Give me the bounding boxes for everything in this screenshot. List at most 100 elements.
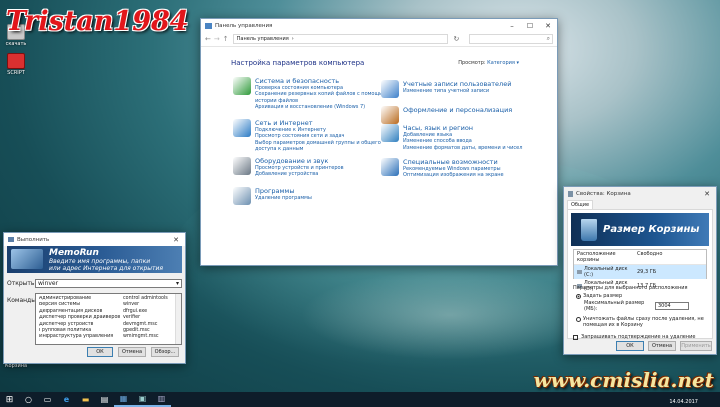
- address-text: Панель управления: [236, 36, 289, 42]
- checkbox-label: Запрашивать подтверждение на удаление: [581, 334, 696, 340]
- props-buttons: ОК Отмена Применить: [616, 341, 712, 351]
- option-custom-size[interactable]: Задать размер: [576, 293, 704, 299]
- category-icon[interactable]: [233, 119, 251, 137]
- tray-date: 14.04.2017: [669, 399, 698, 405]
- recycle-bin-icon: ▥: [157, 394, 166, 403]
- desktop-icon-label: SCRIPT: [7, 70, 25, 76]
- banner-logo: [11, 249, 43, 269]
- task-view-button[interactable]: ▭: [38, 392, 57, 407]
- banner-text: Введите имя программы, папки: [49, 258, 151, 265]
- drives-list[interactable]: Расположение корзины Свободно Локальный …: [573, 249, 707, 292]
- desktop-icon-script[interactable]: SCRIPT: [5, 53, 27, 76]
- category-title-link[interactable]: Сеть и Интернет: [255, 119, 381, 127]
- option-label: помещая их в Корзину: [583, 322, 643, 328]
- address-bar[interactable]: Панель управления ›: [232, 34, 448, 44]
- tray-clock[interactable]: 14.04.2017: [669, 394, 720, 405]
- minimize-button[interactable]: –: [503, 19, 521, 32]
- category-title-link[interactable]: Оформление и персонализация: [403, 106, 512, 114]
- option-delete-immediately[interactable]: Уничтожать файлы сразу после удаления, н…: [576, 316, 704, 328]
- category-left-3: Программы Удаление программы: [233, 187, 312, 205]
- category-icon[interactable]: [381, 106, 399, 124]
- drive-row[interactable]: Локальный диск (C:) 29,3 ГБ: [574, 265, 706, 279]
- category-icon[interactable]: [233, 157, 251, 175]
- command-row[interactable]: Инфраструктура управления wmimgmt.msc: [39, 334, 173, 340]
- close-button[interactable]: ✕: [539, 19, 557, 32]
- category-sub-link[interactable]: Архивация и восстановление (Windows 7): [255, 104, 386, 110]
- control-panel-icon: [205, 22, 212, 29]
- up-icon[interactable]: ↑: [223, 35, 229, 43]
- category-sub-link[interactable]: Выбор параметров домашней группы и общег…: [255, 140, 381, 146]
- category-title-link[interactable]: Часы, язык и регион: [403, 124, 522, 132]
- cancel-button[interactable]: Отмена: [118, 347, 146, 357]
- category-sub-link[interactable]: Удаление программы: [255, 195, 312, 201]
- cancel-button[interactable]: Отмена: [648, 341, 676, 351]
- category-left-1: Сеть и Интернет Подключение к Интернету Пр…: [233, 119, 381, 152]
- category-sub-link[interactable]: Изменение типа учетной записи: [403, 88, 511, 94]
- view-label: Просмотр:: [458, 60, 486, 66]
- confirm-delete-checkbox[interactable]: Запрашивать подтверждение на удаление: [573, 334, 707, 340]
- forward-icon[interactable]: →: [214, 35, 220, 43]
- options-group-label: Параметры для выбранного расположения: [573, 285, 688, 291]
- chevron-down-icon: ▾: [516, 60, 519, 66]
- browse-button[interactable]: Обзор...: [151, 347, 179, 357]
- category-sub-link[interactable]: Добавление устройства: [255, 171, 344, 177]
- ok-button[interactable]: ОК: [616, 341, 644, 351]
- max-size-value: 3004: [658, 303, 671, 309]
- run-titlebar: Выполнить ✕: [4, 233, 185, 246]
- run-taskbar-button[interactable]: ▣: [133, 392, 152, 407]
- desktop-icon-label: скачать: [5, 41, 27, 47]
- apply-button[interactable]: Применить: [680, 341, 712, 351]
- refresh-icon[interactable]: ↻: [454, 35, 460, 43]
- category-title-link[interactable]: Система и безопасность: [255, 77, 386, 85]
- category-title-link[interactable]: Учетные записи пользователей: [403, 80, 511, 88]
- category-text: Специальные возможности Рекомендуемые Win…: [403, 158, 504, 179]
- close-button[interactable]: ✕: [698, 187, 716, 200]
- watermark-top: Tristan1984: [6, 6, 189, 37]
- category-title-link[interactable]: Программы: [255, 187, 312, 195]
- max-size-input[interactable]: 3004: [655, 302, 689, 310]
- category-icon[interactable]: [233, 187, 251, 205]
- back-icon[interactable]: ←: [205, 35, 211, 43]
- category-sub-link[interactable]: Изменение форматов даты, времени и чисел: [403, 145, 522, 151]
- category-text: Система и безопасность Проверка состояния…: [255, 77, 386, 110]
- max-size-row: Максимальный размер (МБ): 3004: [584, 300, 712, 312]
- category-text: Сеть и Интернет Подключение к Интернету Пр…: [255, 119, 381, 152]
- view-value: Категория: [487, 60, 515, 66]
- edge-button[interactable]: e: [57, 392, 76, 407]
- recycle-taskbar-button[interactable]: ▥: [152, 392, 171, 407]
- category-sub-link[interactable]: Сохранение резервных копий файлов с помо…: [255, 91, 386, 97]
- category-icon[interactable]: [381, 158, 399, 176]
- category-icon[interactable]: [233, 77, 251, 95]
- category-text: Программы Удаление программы: [255, 187, 312, 205]
- search-button[interactable]: ○: [19, 392, 38, 407]
- commands-list[interactable]: Администрирование control admintools Верси…: [35, 293, 182, 345]
- category-icon[interactable]: [381, 80, 399, 98]
- control-panel-taskbar-button[interactable]: ▦: [114, 392, 133, 407]
- banner-title: Размер Корзины: [603, 224, 700, 235]
- scrollbar[interactable]: [175, 294, 181, 344]
- ok-button[interactable]: ОК: [87, 347, 113, 357]
- category-title-link[interactable]: Специальные возможности: [403, 158, 504, 166]
- category-title-link[interactable]: Оборудование и звук: [255, 157, 344, 165]
- search-icon: ⌕: [546, 35, 550, 42]
- props-titlebar: Свойства: Корзина ✕: [564, 187, 716, 200]
- category-left-2: Оборудование и звук Просмотр устройств и …: [233, 157, 344, 178]
- maximize-button[interactable]: ☐: [521, 19, 539, 32]
- start-button[interactable]: ⊞: [0, 392, 19, 407]
- run-banner: MemoRun Введите имя программы, папки или…: [7, 246, 182, 273]
- banner-text: или адрес Интернета для открытия: [49, 265, 164, 272]
- category-sub-link[interactable]: Оптимизация изображения на экране: [403, 172, 504, 178]
- view-selector[interactable]: Просмотр: Категория ▾: [458, 60, 519, 66]
- category-text: Часы, язык и регион Добавление языка Измен…: [403, 124, 522, 151]
- explorer-button[interactable]: ▬: [76, 392, 95, 407]
- category-right-3: Специальные возможности Рекомендуемые Win…: [381, 158, 504, 179]
- category-icon[interactable]: [381, 124, 399, 142]
- command-name: Инфраструктура управления: [39, 334, 114, 340]
- category-sub-link[interactable]: доступа к данным: [255, 146, 381, 152]
- open-input[interactable]: winver ▾: [35, 279, 182, 288]
- script-icon: [7, 53, 25, 69]
- store-button[interactable]: ▤: [95, 392, 114, 407]
- search-input[interactable]: ⌕: [469, 34, 553, 44]
- close-button[interactable]: ✕: [167, 233, 185, 246]
- tab-general[interactable]: Общие: [567, 200, 594, 209]
